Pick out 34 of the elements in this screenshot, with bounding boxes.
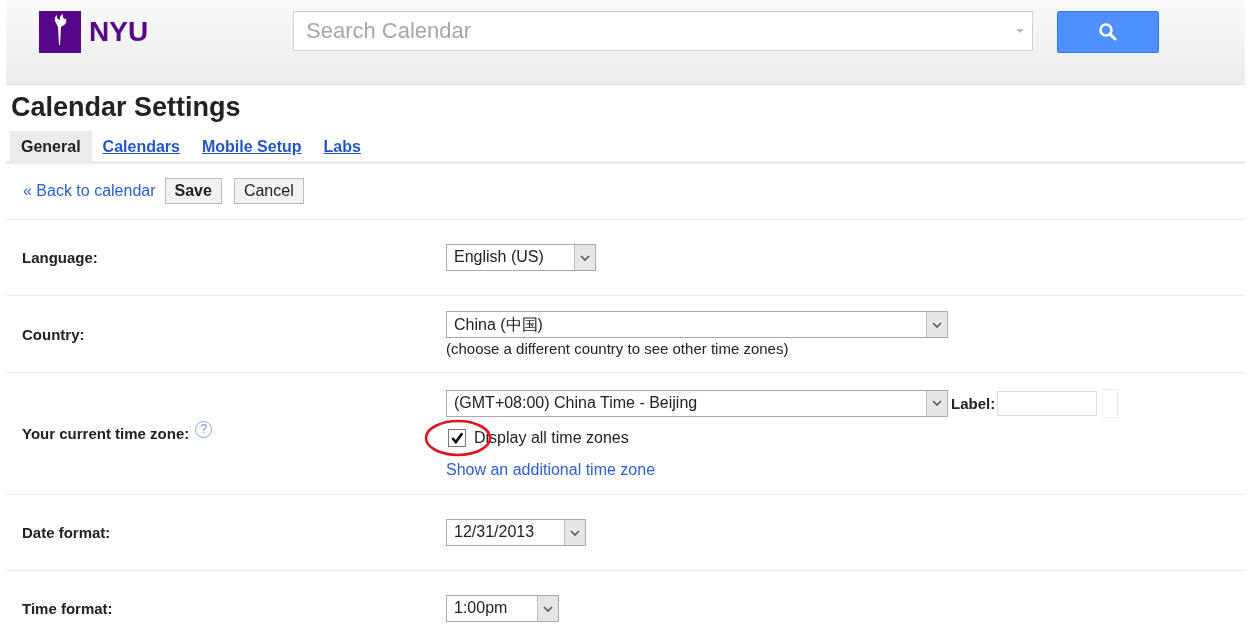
caret-icon xyxy=(932,400,942,406)
setting-label: Your current time zone: xyxy=(22,425,190,442)
dropdown[interactable]: 12/31/2013 xyxy=(446,519,587,546)
search-field[interactable]: Search Calendar xyxy=(293,11,1033,51)
action-button[interactable]: Cancel xyxy=(233,178,304,204)
caret-icon xyxy=(932,321,942,328)
setting-label: Country: xyxy=(22,325,85,343)
tab[interactable]: General xyxy=(10,131,92,161)
caret-icon xyxy=(543,605,554,612)
hint-text: (choose a different country to see other time zones) xyxy=(446,340,789,357)
search-icon xyxy=(1098,22,1118,42)
search-button[interactable] xyxy=(1057,11,1159,53)
tab[interactable]: Calendars xyxy=(91,131,191,161)
field-label: Label: xyxy=(951,394,996,412)
setting-label: Time format: xyxy=(22,600,113,617)
dropdown[interactable]: English (US) xyxy=(446,244,596,271)
dropdown[interactable]: 1:00pm xyxy=(446,595,560,622)
tab[interactable]: Labs xyxy=(312,131,372,161)
setting-label: Date format: xyxy=(22,524,111,541)
page-title: Calendar Settings xyxy=(11,92,242,123)
logo-text: NYU xyxy=(89,16,149,48)
label-input-field[interactable] xyxy=(997,390,1098,416)
caret-icon xyxy=(570,529,581,536)
caret-icon xyxy=(579,254,590,261)
action-button[interactable]: Save xyxy=(164,178,222,204)
dropdown[interactable]: (GMT+08:00) China Time - Beijing xyxy=(446,389,948,417)
checkbox[interactable] xyxy=(448,428,466,447)
back-link[interactable]: « Back to calendar xyxy=(23,182,156,200)
dropdown[interactable]: China (中国) xyxy=(446,311,948,338)
tab[interactable]: Mobile Setup xyxy=(190,131,313,161)
additional-time-zone-link[interactable]: Show an additional time zone xyxy=(446,460,656,479)
dropdown-caret-icon xyxy=(1015,28,1025,34)
setting-label: Language: xyxy=(22,249,98,266)
torch-logo-icon xyxy=(39,11,81,53)
